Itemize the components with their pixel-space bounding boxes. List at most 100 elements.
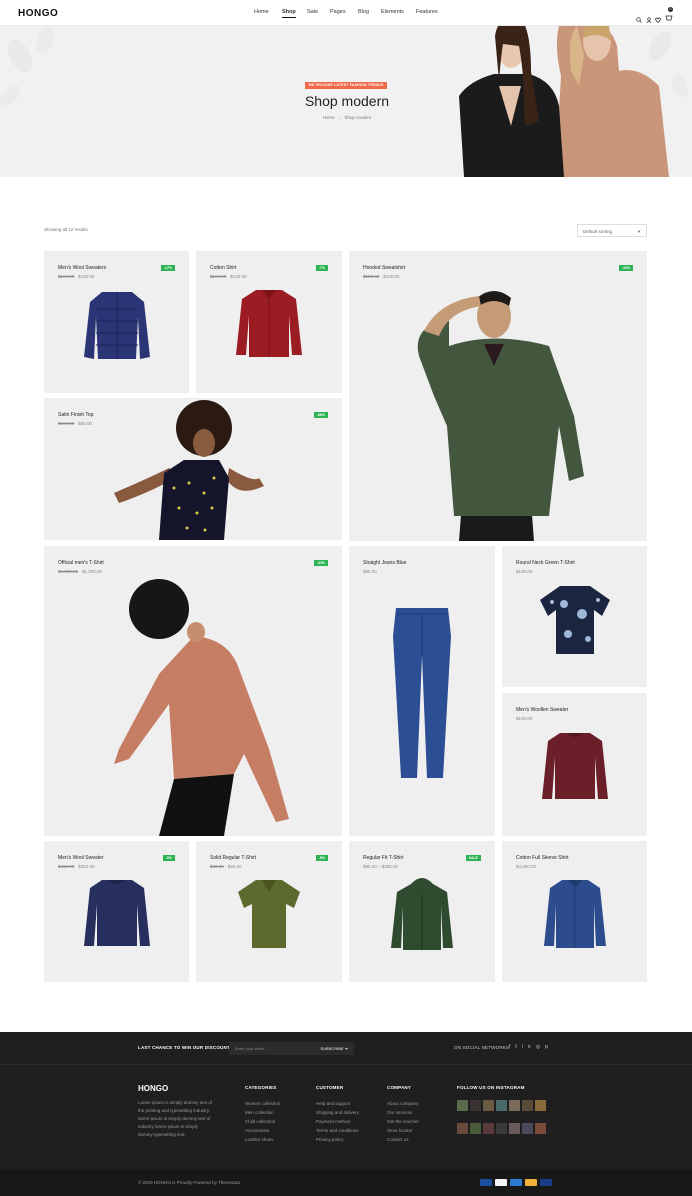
product-card[interactable]: Round Neck Green T-Shirt $100.00	[502, 546, 647, 687]
linkedin-icon[interactable]: in	[522, 1044, 536, 1050]
hero-badge: WE PROVIDE LATEST FASHION TRENDS	[305, 82, 387, 89]
instagram-photo[interactable]	[496, 1100, 507, 1111]
instagram-photo[interactable]	[509, 1100, 520, 1111]
hero-models-image	[459, 26, 669, 177]
footer-link[interactable]: Contact us	[387, 1135, 419, 1144]
product-card[interactable]: Men's Wool Sweater $410.00 $300.00 -5%	[44, 841, 189, 982]
product-name[interactable]: Satin Finish Top	[58, 412, 93, 418]
instagram-photo[interactable]	[470, 1123, 481, 1134]
product-name[interactable]: Hooded Sweatshirt	[363, 265, 405, 271]
product-name[interactable]: Men's Woollen Sweater	[516, 707, 568, 713]
product-name[interactable]: Straight Jeans Blue	[363, 560, 406, 566]
product-card[interactable]: Solid Regular T-Shirt $42.00 $40.00 -5%	[196, 841, 342, 982]
amex-card-icon	[510, 1179, 522, 1186]
footer-link[interactable]: Women collection	[245, 1099, 280, 1108]
site-footer: LAST CHANCE TO WIN OUR DISCOUNT! Enter y…	[0, 1032, 692, 1196]
woman-satin-top-image	[114, 400, 264, 540]
product-card[interactable]: Men's Wool Sweaters $150.00 $115.00 -17%	[44, 251, 189, 393]
nav-sale[interactable]: Sale	[307, 9, 318, 15]
search-icon[interactable]	[636, 10, 642, 23]
sale-price: $50.00	[78, 421, 93, 426]
footer-link[interactable]: Our services	[387, 1108, 419, 1117]
social-label: ON SOCIAL NETWORKS	[454, 1045, 510, 1050]
instagram-photo[interactable]	[509, 1123, 520, 1134]
product-price: $100.00	[516, 569, 532, 574]
instagram-photo[interactable]	[522, 1123, 533, 1134]
instagram-photo[interactable]	[535, 1100, 546, 1111]
product-card[interactable]: Regular Fit T-Shirt $95.00 – $380.00 SAL…	[349, 841, 495, 982]
product-card[interactable]: Official men's T-Shirt $1,800.00 $1,200.0…	[44, 546, 342, 836]
instagram-photo[interactable]	[535, 1123, 546, 1134]
footer-link[interactable]: Terms and conditions	[316, 1126, 359, 1135]
product-price: $1,800.00 $1,200.00	[58, 569, 102, 574]
product-card[interactable]: Cotton Full Sleeve Shirt $4,000.00	[502, 841, 647, 982]
product-card[interactable]: Cotton Shirt $150.00 $140.00 -7%	[196, 251, 342, 393]
instagram-photo[interactable]	[470, 1100, 481, 1111]
product-card[interactable]: Men's Woollen Sweater $100.00	[502, 693, 647, 836]
instagram-photo[interactable]	[483, 1100, 494, 1111]
discount-badge: -33%	[618, 265, 633, 271]
pinterest-icon[interactable]: p	[545, 1044, 553, 1050]
footer-link[interactable]: Get the voucher	[387, 1117, 419, 1126]
cart-icon[interactable]: 0	[665, 7, 673, 21]
instagram-photo[interactable]	[457, 1100, 468, 1111]
user-icon[interactable]	[646, 10, 652, 24]
product-name[interactable]: Cotton Full Sleeve Shirt	[516, 855, 569, 861]
product-card[interactable]: Hooded Sweatshirt $150.00 $100.00 -33%	[349, 251, 647, 541]
product-name[interactable]: Men's Wool Sweaters	[58, 265, 106, 271]
product-price: $42.00 $40.00	[210, 864, 242, 869]
footer-logo[interactable]: HONGO	[138, 1084, 168, 1093]
old-price: $150.00	[58, 274, 75, 279]
instagram-icon[interactable]: ◎	[536, 1044, 545, 1050]
footer-link[interactable]: About company	[387, 1099, 419, 1108]
nav-features[interactable]: Features	[416, 9, 438, 15]
footer-link[interactable]: Shipping and delivery	[316, 1108, 359, 1117]
product-card[interactable]: Satin Finish Top $150.00 $50.00 -66%	[44, 398, 342, 540]
newsletter-email-input[interactable]: Enter your email... SUBSCRIBE ➜	[229, 1042, 354, 1055]
old-price: $42.00	[210, 864, 224, 869]
discount-badge: -5%	[162, 855, 175, 861]
footer-link[interactable]: Help and support	[316, 1099, 359, 1108]
product-name[interactable]: Round Neck Green T-Shirt	[516, 560, 575, 566]
footer-link[interactable]: Payment method	[316, 1117, 359, 1126]
product-name[interactable]: Regular Fit T-Shirt	[363, 855, 403, 861]
product-price: $95.00 – $380.00	[363, 864, 398, 869]
nav-blog[interactable]: Blog	[358, 9, 369, 15]
footer-link[interactable]: Store locator	[387, 1126, 419, 1135]
instagram-photo[interactable]	[522, 1100, 533, 1111]
footer-link[interactable]: Child collection	[245, 1117, 280, 1126]
breadcrumb-home[interactable]: Home	[323, 115, 335, 120]
footer-link[interactable]: Privacy policy	[316, 1135, 359, 1144]
red-shirt-image	[236, 290, 302, 357]
instagram-photo[interactable]	[457, 1123, 468, 1134]
sale-price: $1,200.00	[82, 569, 103, 574]
sale-price: $115.00	[78, 274, 95, 279]
old-price: $410.00	[58, 864, 75, 869]
nav-home[interactable]: Home	[254, 9, 269, 15]
product-name[interactable]: Men's Wool Sweater	[58, 855, 104, 861]
maroon-sweater-image	[542, 733, 608, 799]
nav-shop[interactable]: Shop	[282, 9, 296, 18]
old-price: $150.00	[58, 421, 75, 426]
instagram-photo[interactable]	[483, 1123, 494, 1134]
nav-elements[interactable]: Elements	[381, 9, 404, 15]
footer-link[interactable]: Leather shoes	[245, 1135, 280, 1144]
footer-link[interactable]: Accessories	[245, 1126, 280, 1135]
footer-link[interactable]: Men collection	[245, 1108, 280, 1117]
site-logo[interactable]: HONGO	[18, 8, 58, 19]
footer-bottom-bar: © 2019 HONGO is Proudly Powered by Theme…	[0, 1169, 692, 1196]
product-name[interactable]: Cotton Shirt	[210, 265, 236, 271]
discount-badge: -5%	[315, 855, 328, 861]
nav-pages[interactable]: Pages	[330, 9, 346, 15]
navy-sweater-image	[84, 880, 150, 946]
instagram-photo[interactable]	[496, 1123, 507, 1134]
heart-icon[interactable]	[655, 10, 661, 24]
product-name[interactable]: Official men's T-Shirt	[58, 560, 104, 566]
subscribe-button[interactable]: SUBSCRIBE ➜	[320, 1046, 348, 1051]
discount-badge: -33%	[313, 560, 328, 566]
product-name[interactable]: Solid Regular T-Shirt	[210, 855, 256, 861]
product-card[interactable]: Straight Jeans Blue $95.00	[349, 546, 495, 836]
chevron-down-icon: ▼	[637, 229, 641, 234]
sort-select[interactable]: Default sorting ▼	[577, 224, 647, 237]
breadcrumb-separator: |	[338, 115, 341, 120]
